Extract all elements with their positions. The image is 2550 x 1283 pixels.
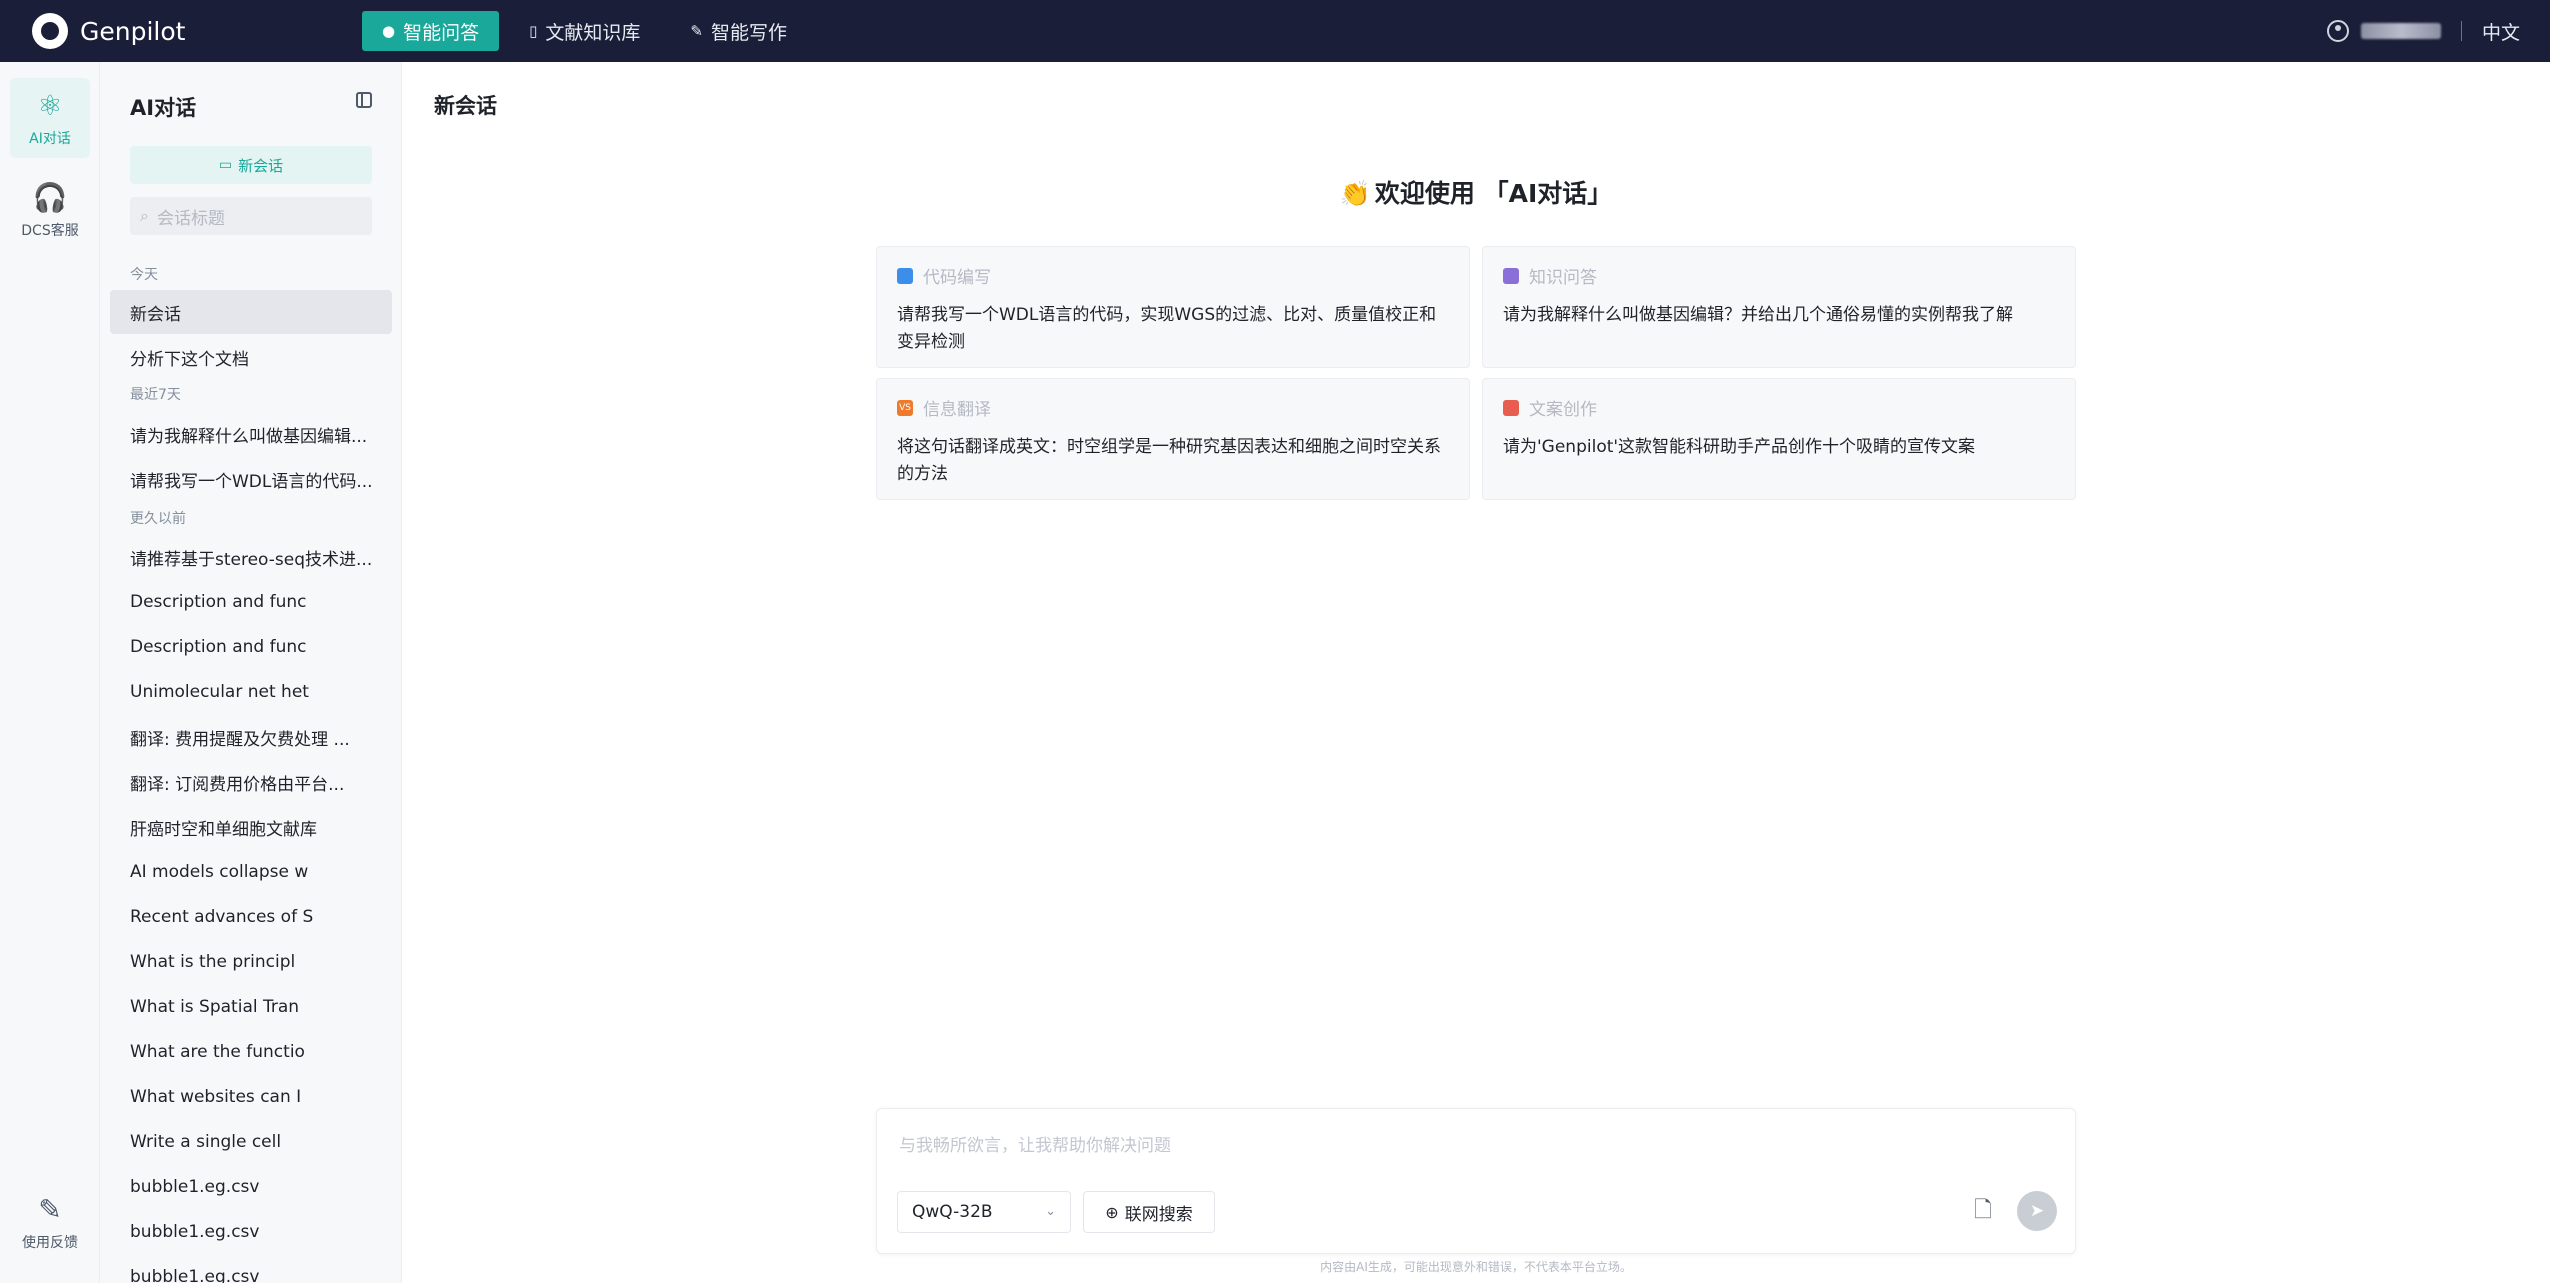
card-header: 知识问答: [1503, 263, 2055, 288]
page-title: 新会话: [434, 94, 497, 118]
card-prompt: 请为'Genpilot'这款智能科研助手产品创作十个吸睛的宣传文案: [1503, 437, 1976, 457]
rail-item-dcs-service[interactable]: 🎧 DCS客服: [10, 170, 90, 250]
translate-icon: VS: [897, 399, 913, 416]
conversation-item[interactable]: 请帮我写一个WDL语言的代码...: [110, 457, 392, 501]
left-rail: ⚛ AI对话 🎧 DCS客服 ✎ 使用反馈: [0, 62, 100, 1283]
tab-label: 智能写作: [710, 21, 787, 44]
conversation-sidebar: AI对话 ▭ 新会话 ⌕ 会话标题 今天 新会话 分析下这个文档 最近7天 请为…: [100, 62, 402, 1283]
suggestion-card-knowledge[interactable]: 知识问答 请为我解释什么叫做基因编辑？并给出几个通俗易懂的实例帮我了解: [1482, 246, 2076, 368]
send-button[interactable]: ➤: [2017, 1191, 2057, 1231]
feedback-pen-icon: ✎: [38, 1192, 62, 1226]
conversation-item[interactable]: What is the principl: [110, 940, 392, 984]
conversation-item[interactable]: bubble1.eg.csv: [110, 1210, 392, 1254]
conversation-item[interactable]: 翻译: 订阅费用价格由平台...: [110, 760, 392, 804]
pencil-icon: [1503, 399, 1519, 416]
books-icon: [1503, 267, 1519, 284]
chat-main: 新会话 👏 欢迎使用 「AI对话」 代码编写 请帮我写一个WDL语言的代码，实现W…: [402, 62, 2550, 1283]
rail-item-ai-chat[interactable]: ⚛ AI对话: [10, 78, 90, 158]
conversation-item[interactable]: 分析下这个文档: [110, 335, 392, 379]
group-label-last-7-days: 最近7天: [130, 387, 181, 403]
conversation-item[interactable]: What is Spatial Tran: [110, 985, 392, 1029]
suggestion-card-code[interactable]: 代码编写 请帮我写一个WDL语言的代码，实现WGS的过滤、比对、质量值校正和变异…: [876, 246, 1470, 368]
card-title: 知识问答: [1529, 268, 1597, 288]
clap-icon: 👏: [1339, 179, 1371, 208]
chevron-down-icon: ⌄: [1045, 1204, 1056, 1219]
send-icon: ➤: [2029, 1201, 2045, 1221]
web-search-label: 联网搜索: [1124, 1204, 1193, 1225]
tab-smart-writing[interactable]: ✎ 智能写作: [670, 11, 807, 51]
conversation-item[interactable]: bubble1.eg.csv: [110, 1165, 392, 1209]
atom-icon: ⚛: [37, 88, 63, 122]
chat-bubble-icon: ●: [382, 22, 396, 40]
card-title: 代码编写: [923, 268, 991, 288]
tab-smart-qa[interactable]: ● 智能问答: [362, 11, 500, 51]
card-header: 代码编写: [897, 263, 1449, 288]
rail-label: AI对话: [29, 130, 71, 147]
sidebar-title: AI对话: [130, 96, 197, 120]
conversation-item[interactable]: 请为我解释什么叫做基因编辑...: [110, 412, 392, 456]
rail-label: 使用反馈: [22, 1234, 78, 1251]
language-switch[interactable]: 中文: [2482, 18, 2520, 45]
group-label-today: 今天: [130, 267, 158, 283]
card-header: 文案创作: [1503, 395, 2055, 420]
code-book-icon: [897, 267, 913, 284]
brand[interactable]: Genpilot: [32, 13, 332, 49]
model-select-value: QwQ-32B: [912, 1202, 993, 1222]
conversation-item[interactable]: AI models collapse w: [110, 850, 392, 894]
welcome-text: 欢迎使用 「AI对话」: [1374, 179, 1613, 208]
card-prompt: 将这句话翻译成英文：时空组学是一种研究基因表达和细胞之间时空关系的方法: [897, 437, 1441, 484]
suggestion-card-translate[interactable]: VS 信息翻译 将这句话翻译成英文：时空组学是一种研究基因表达和细胞之间时空关系…: [876, 378, 1470, 500]
book-icon: ▯: [529, 22, 538, 40]
search-icon: ⌕: [140, 206, 149, 225]
user-icon[interactable]: [2326, 20, 2349, 42]
tab-label: 文献知识库: [545, 21, 641, 44]
globe-icon: ⊕: [1105, 1202, 1119, 1222]
headset-icon: 🎧: [32, 180, 68, 214]
web-search-toggle[interactable]: ⊕ 联网搜索: [1083, 1191, 1215, 1233]
rail-label: DCS客服: [21, 222, 79, 239]
divider: [2460, 21, 2462, 41]
chat-plus-icon: ▭: [218, 157, 233, 173]
top-navbar: Genpilot ● 智能问答 ▯ 文献知识库 ✎ 智能写作 中文: [0, 0, 2550, 62]
message-composer: 与我畅所欲言，让我帮助你解决问题 QwQ-32B ⌄ ⊕ 联网搜索 🗋 ➤: [876, 1108, 2076, 1254]
message-input[interactable]: 与我畅所欲言，让我帮助你解决问题: [899, 1131, 1171, 1156]
model-select[interactable]: QwQ-32B ⌄: [897, 1191, 1071, 1233]
genpilot-logo-icon: [32, 13, 68, 49]
card-header: VS 信息翻译: [897, 395, 1449, 420]
main-nav: ● 智能问答 ▯ 文献知识库 ✎ 智能写作: [362, 11, 817, 51]
new-chat-label: 新会话: [238, 156, 284, 175]
card-title: 信息翻译: [923, 400, 991, 420]
new-chat-button[interactable]: ▭ 新会话: [130, 146, 372, 184]
conversation-item[interactable]: bubble1.eg.csv: [110, 1255, 392, 1283]
conversation-item[interactable]: Unimolecular net het: [110, 670, 392, 714]
upload-file-icon[interactable]: 🗋: [1969, 1197, 1997, 1227]
conversation-item[interactable]: Write a single cell: [110, 1120, 392, 1164]
ai-disclaimer: 内容由AI生成，可能出现意外和错误，不代表本平台立场。: [1320, 1260, 1632, 1274]
suggestion-card-copywriting[interactable]: 文案创作 请为'Genpilot'这款智能科研助手产品创作十个吸睛的宣传文案: [1482, 378, 2076, 500]
search-placeholder: 会话标题: [156, 208, 225, 229]
conversation-item[interactable]: 翻译: 费用提醒及欠费处理 ...: [110, 715, 392, 759]
tab-literature-kb[interactable]: ▯ 文献知识库: [509, 11, 660, 51]
tab-label: 智能问答: [403, 21, 480, 44]
group-label-older: 更久以前: [130, 511, 186, 527]
card-title: 文案创作: [1529, 400, 1597, 420]
conversation-item[interactable]: Recent advances of S: [110, 895, 392, 939]
collapse-sidebar-icon[interactable]: [356, 92, 372, 108]
conversation-item[interactable]: 肝癌时空和单细胞文献库: [110, 805, 392, 849]
conversation-search-input[interactable]: ⌕ 会话标题: [130, 197, 372, 235]
username-redacted[interactable]: [2360, 23, 2441, 39]
edit-doc-icon: ✎: [690, 22, 703, 40]
brand-name: Genpilot: [80, 16, 186, 46]
conversation-item[interactable]: Description and func: [110, 580, 392, 624]
conversation-item[interactable]: Description and func: [110, 625, 392, 669]
card-prompt: 请为我解释什么叫做基因编辑？并给出几个通俗易懂的实例帮我了解: [1503, 305, 2013, 325]
conversation-item[interactable]: 新会话: [110, 290, 392, 334]
top-right-area: 中文: [2326, 18, 2520, 45]
rail-item-feedback[interactable]: ✎ 使用反馈: [10, 1182, 90, 1262]
welcome-heading: 👏 欢迎使用 「AI对话」: [402, 174, 2550, 210]
conversation-item[interactable]: 请推荐基于stereo-seq技术进...: [110, 535, 392, 579]
conversation-item[interactable]: What websites can I: [110, 1075, 392, 1119]
card-prompt: 请帮我写一个WDL语言的代码，实现WGS的过滤、比对、质量值校正和变异检测: [897, 305, 1437, 352]
conversation-item[interactable]: What are the functio: [110, 1030, 392, 1074]
